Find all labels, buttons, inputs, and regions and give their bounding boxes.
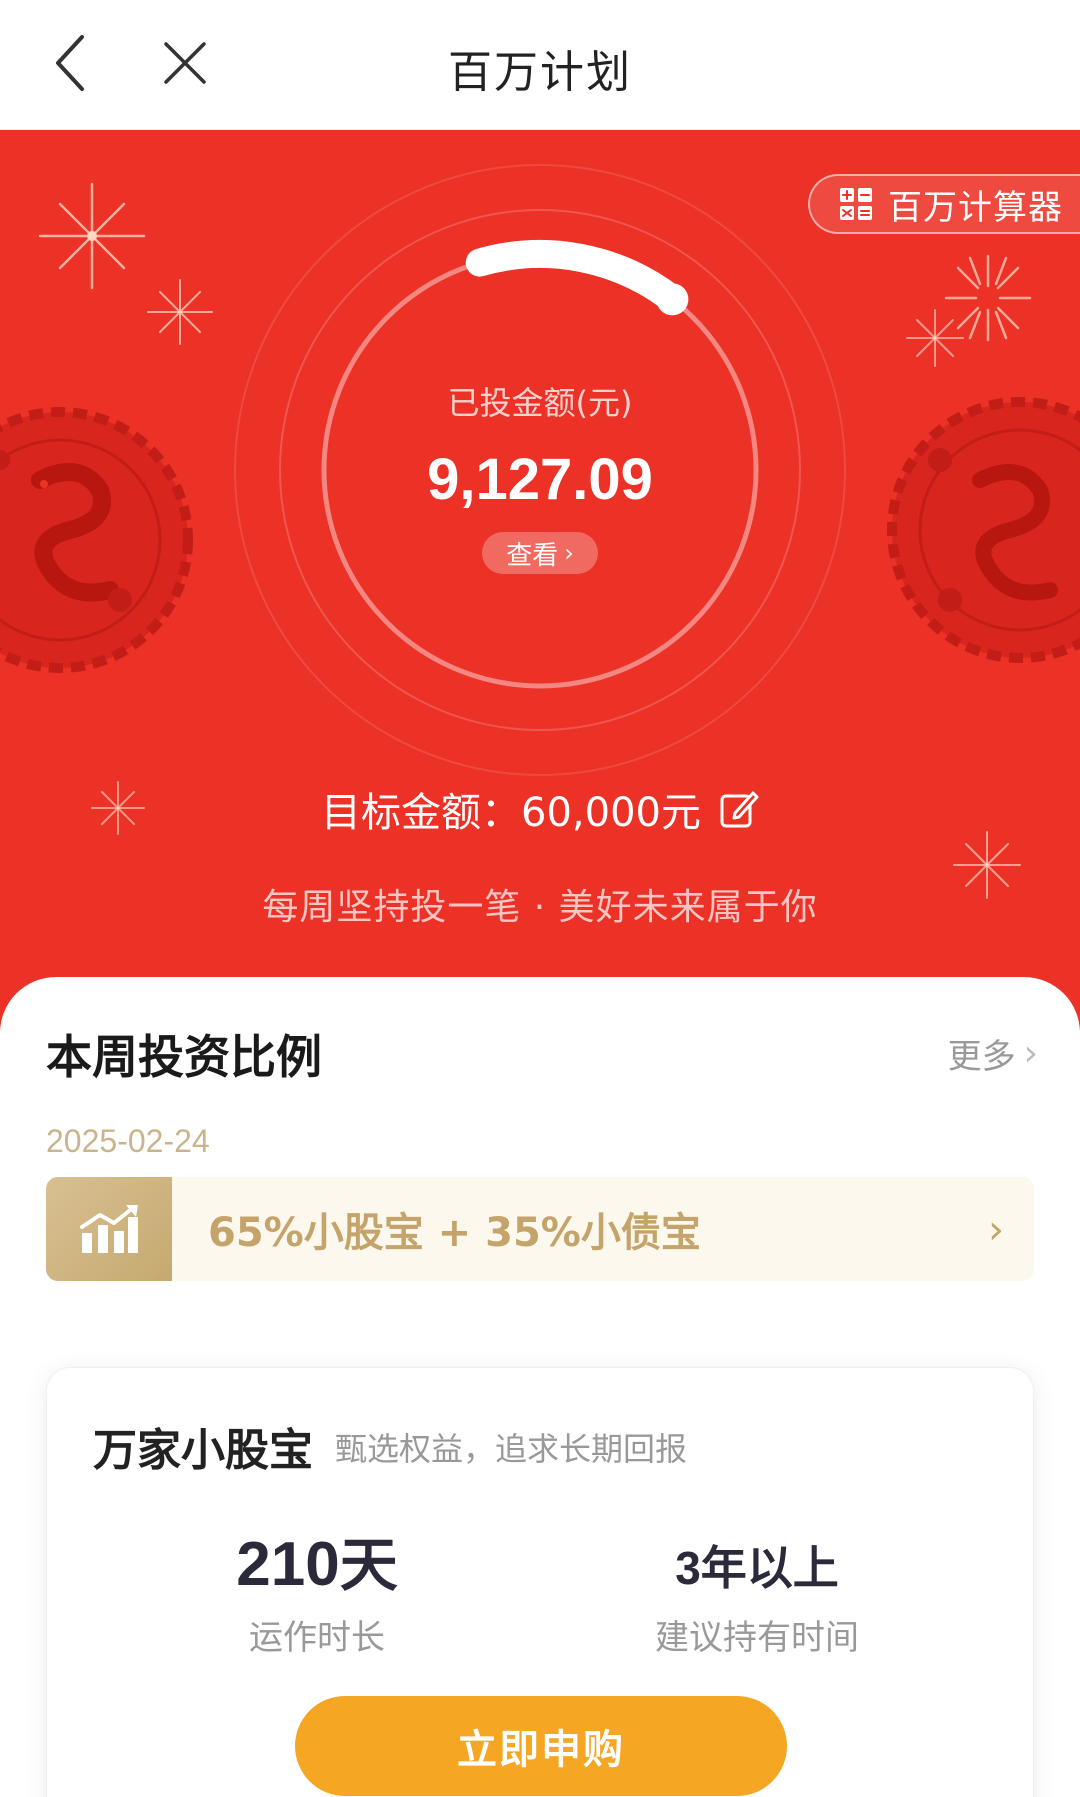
investment-ratio-bar[interactable]: 65%小股宝 + 35%小债宝 ›: [46, 1177, 1034, 1281]
view-label: 查看: [506, 540, 559, 571]
operation-duration-number: 210: [236, 1530, 340, 1599]
snake-papercut-left-icon: [0, 407, 193, 673]
chevron-right-icon: ›: [988, 1207, 1004, 1253]
view-details-button[interactable]: 查看 ›: [482, 532, 598, 574]
hero-banner: 百万计算器 已投金额(元) 9,127.09 查看 › 目标金额：60,000元: [0, 130, 1080, 1030]
holding-period-label: 建议持有时间: [655, 1618, 859, 1658]
ratio-text: 65%小股宝 + 35%小债宝: [208, 1210, 701, 1256]
operation-duration-stat: 210天 运作时长: [137, 1518, 497, 1659]
holding-period-stat: 3年以上 建议持有时间: [577, 1532, 937, 1659]
invested-amount-value: 9,127.09: [427, 447, 653, 512]
progress-arc: [465, 240, 687, 314]
chevron-right-icon: ›: [564, 539, 574, 567]
sparkle-icon: [38, 182, 146, 290]
more-link[interactable]: 更多 ›: [948, 1029, 1038, 1078]
page-title: 百万计划: [448, 47, 632, 98]
target-amount-row[interactable]: 目标金额：60,000元: [0, 780, 1080, 838]
edit-icon[interactable]: [719, 789, 759, 829]
slogan-text: 每周坚持投一笔 · 美好未来属于你: [262, 887, 818, 928]
fund-name: 万家小股宝: [93, 1425, 313, 1476]
ratio-icon-box: [46, 1177, 172, 1281]
progress-knob: [656, 283, 689, 316]
section-title: 本周投资比例: [46, 1030, 322, 1084]
chevron-right-icon: ›: [1023, 1033, 1038, 1074]
holding-period-value: 3年以上: [675, 1542, 839, 1594]
target-amount-text: 目标金额：60,000元: [321, 790, 701, 836]
operation-duration-value: 210天: [137, 1518, 497, 1602]
ratio-date: 2025-02-24: [46, 1123, 210, 1159]
sparkle-icon: [906, 309, 964, 367]
content-sheet: 本周投资比例 更多 › 2025-02-24 65%小股宝 + 35%小债宝 ›: [0, 977, 1080, 1797]
sparkle-icon: [147, 279, 213, 345]
subscribe-button[interactable]: 立即申购: [295, 1696, 787, 1796]
operation-duration-label: 运作时长: [249, 1618, 385, 1658]
fund-description: 甄选权益，追求长期回报: [335, 1430, 688, 1468]
invested-amount-label: 已投金额(元): [447, 384, 633, 422]
nav-header: 百万计划: [0, 0, 1080, 130]
operation-duration-unit: 天: [339, 1531, 398, 1599]
calculator-label: 百万计算器: [888, 187, 1063, 228]
more-label: 更多: [947, 1037, 1016, 1077]
page: 百万计划 百万计算器 已投金额(元) 9,127.09 查看 › 目标金额：60…: [0, 0, 1080, 1797]
fund-card: 万家小股宝 甄选权益，追求长期回报 210天 运作时长 3年以上 建议持有时间 …: [46, 1367, 1034, 1797]
chart-growth-icon: [80, 1205, 138, 1253]
snake-papercut-right-icon: [887, 397, 1080, 663]
